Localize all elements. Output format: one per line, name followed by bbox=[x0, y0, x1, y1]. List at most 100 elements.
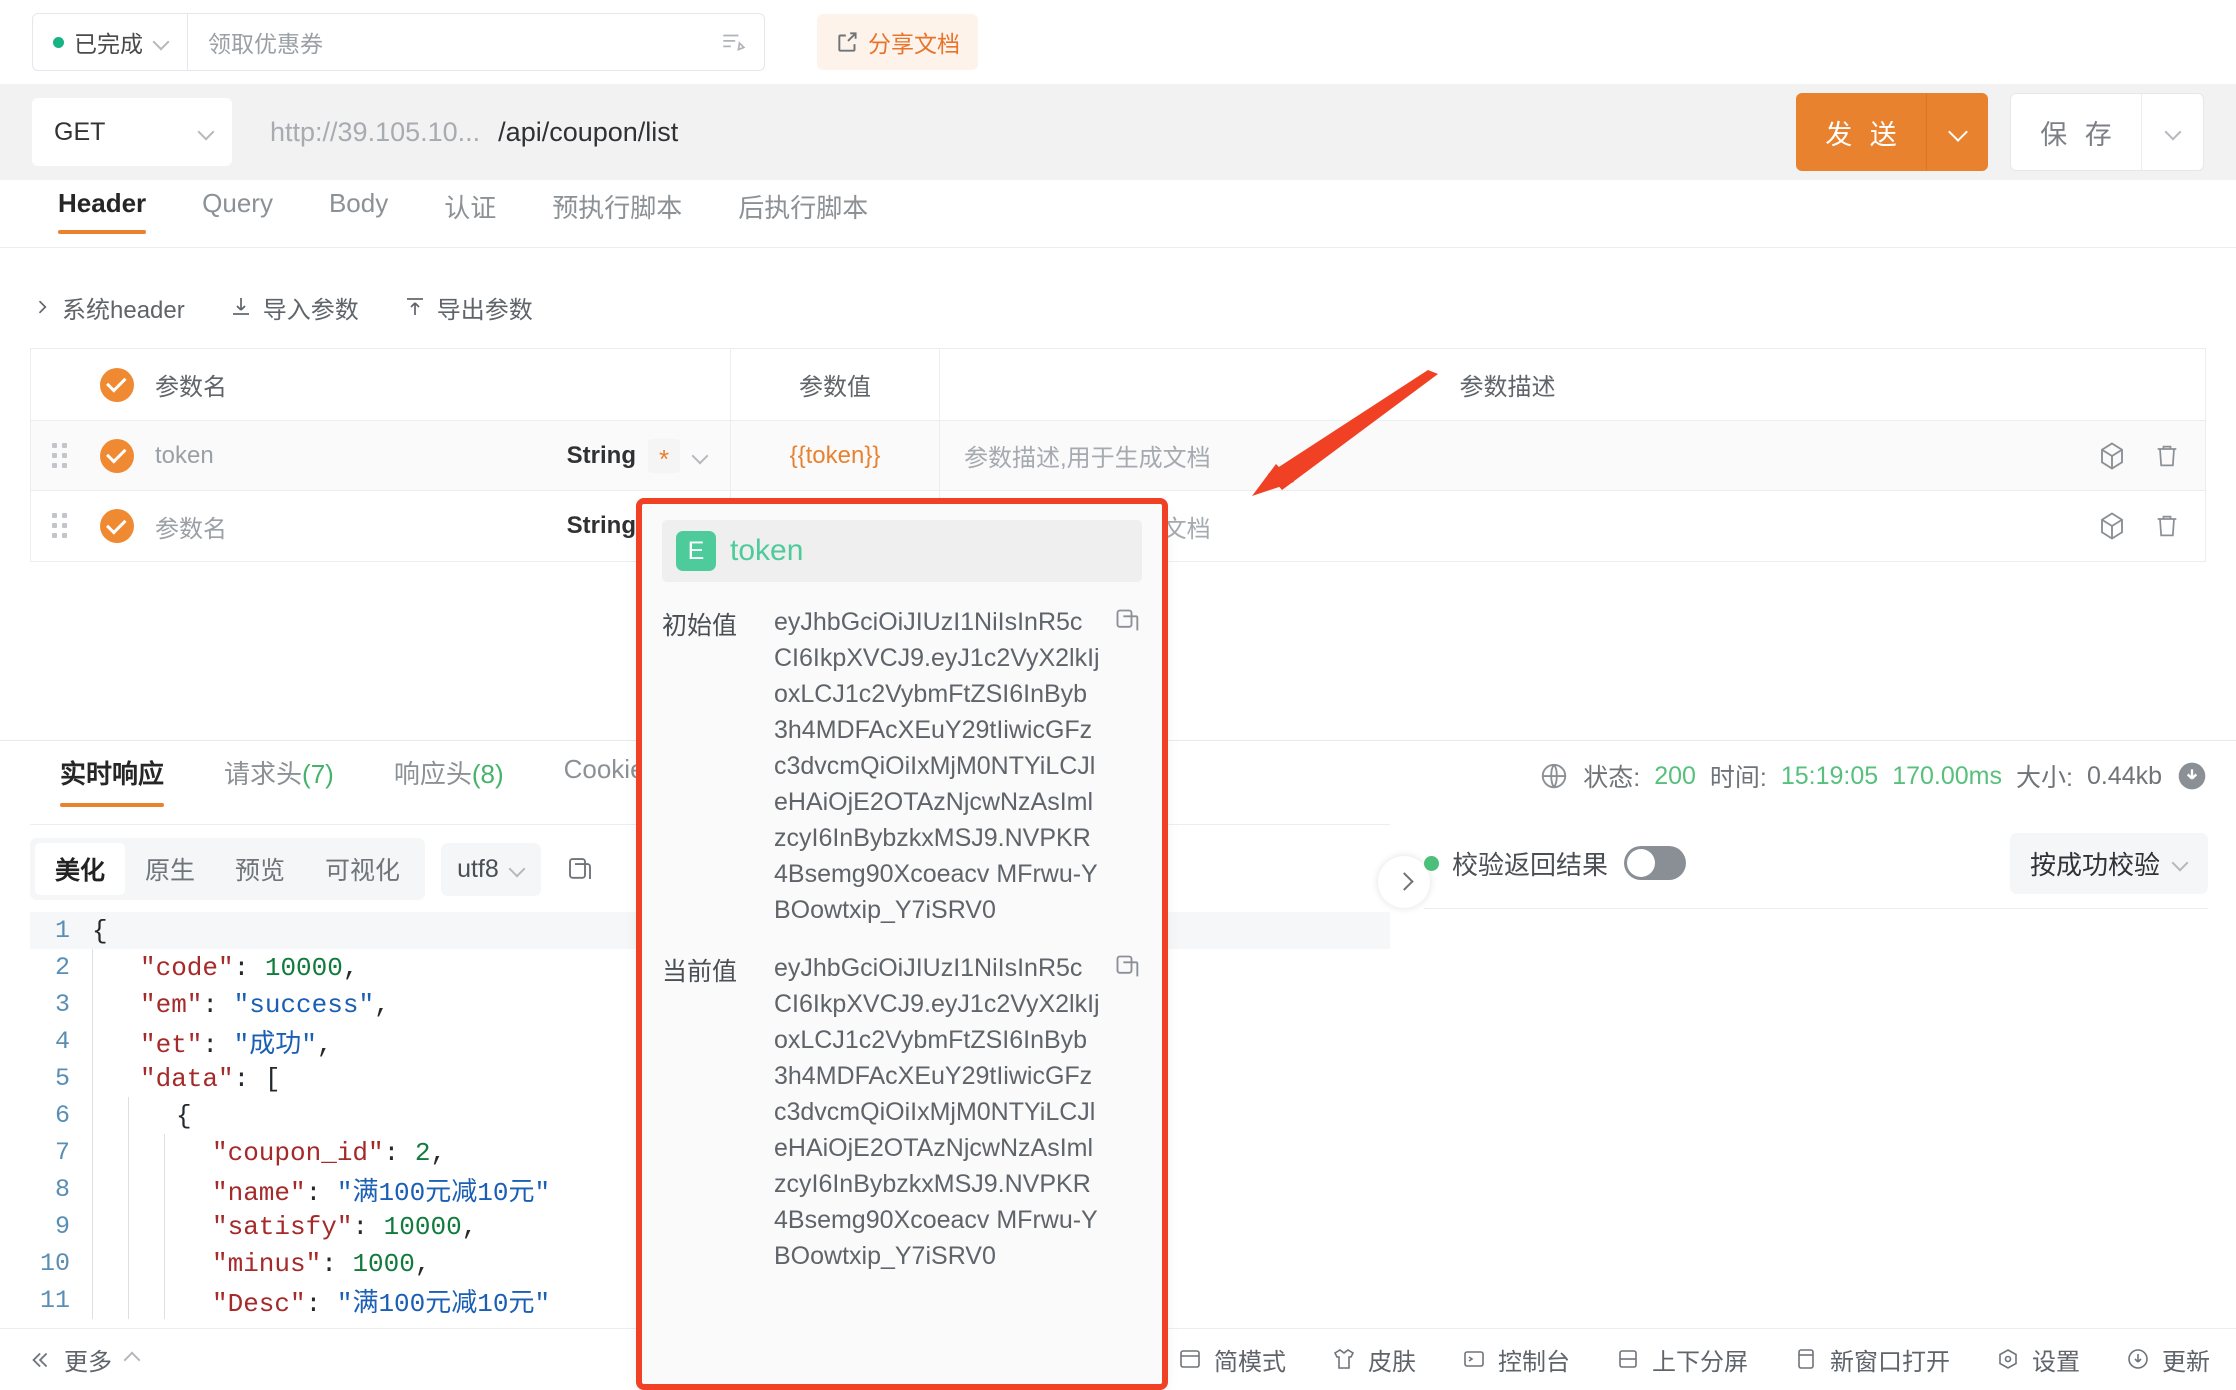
code-line-text: "minus": 1000, bbox=[200, 1249, 430, 1279]
api-name-input[interactable]: 领取优惠券 bbox=[187, 13, 765, 71]
row-name-cell[interactable]: token String * bbox=[145, 438, 730, 473]
row-checkbox-cell bbox=[89, 509, 145, 543]
code-indent-guide bbox=[128, 1134, 164, 1171]
double-chevron-left-icon bbox=[32, 1352, 48, 1367]
time-label: 时间: bbox=[1709, 764, 1767, 792]
bottom-bar-item-更新[interactable]: 更新 bbox=[2126, 1342, 2210, 1377]
code-line-number: 1 bbox=[54, 916, 70, 945]
row-required-badge[interactable]: * bbox=[648, 438, 680, 473]
http-method-select[interactable]: GET bbox=[32, 98, 232, 166]
tab-认证[interactable]: 认证 bbox=[416, 180, 524, 225]
bottom-bar-item-皮肤[interactable]: 皮肤 bbox=[1332, 1342, 1416, 1377]
send-button[interactable]: 发 送 bbox=[1796, 93, 1988, 171]
response-tab-请求头[interactable]: 请求头(7) bbox=[194, 748, 364, 791]
url-input[interactable]: http://39.105.10... /api/coupon/list bbox=[232, 98, 1778, 166]
duration-value: 170.00ms bbox=[1892, 761, 2002, 790]
tab-后执行脚本[interactable]: 后执行脚本 bbox=[710, 180, 896, 225]
bottom-bar-item-控制台[interactable]: 控制台 bbox=[1462, 1342, 1570, 1377]
trash-icon[interactable] bbox=[2153, 440, 2183, 472]
share-doc-button[interactable]: 分享文档 bbox=[817, 14, 978, 70]
bottom-bar-item-上下分屏[interactable]: 上下分屏 bbox=[1616, 1342, 1748, 1377]
param-action-系统header[interactable]: 系统header bbox=[32, 290, 185, 325]
code-token: "满100元减10元" bbox=[336, 1289, 551, 1319]
tab-label: 认证 bbox=[444, 193, 497, 223]
send-dropdown-button[interactable] bbox=[1926, 93, 1988, 171]
validation-mode-select[interactable]: 按成功校验 bbox=[2009, 832, 2208, 894]
request-tabs: Header Query Body 认证 预执行脚本 后执行脚本 bbox=[0, 180, 2236, 248]
skin-icon bbox=[1332, 1347, 1358, 1373]
response-tab-count: (8) bbox=[471, 759, 504, 789]
request-bar: GET http://39.105.10... /api/coupon/list… bbox=[0, 84, 2236, 180]
row-checkbox[interactable] bbox=[100, 509, 134, 543]
tab-query[interactable]: Query bbox=[174, 180, 301, 219]
chevron-down-icon bbox=[509, 861, 525, 877]
code-indent-guide bbox=[164, 1282, 200, 1319]
row-drag-handle[interactable] bbox=[31, 442, 89, 469]
body-view-美化[interactable]: 美化 bbox=[35, 843, 126, 895]
body-view-预览[interactable]: 预览 bbox=[215, 843, 305, 895]
code-token: "成功" bbox=[233, 1030, 317, 1060]
chevron-down-icon bbox=[2172, 855, 2188, 871]
param-action-导入参数[interactable]: 导入参数 bbox=[229, 290, 359, 325]
code-line-number: 8 bbox=[54, 1175, 70, 1204]
validation-toggle[interactable] bbox=[1624, 846, 1687, 880]
popup-current-value: eyJhbGciOiJIUzI1NiIsInR5cCI6IkpXVCJ9.eyJ… bbox=[774, 950, 1142, 1274]
response-tab-响应头[interactable]: 响应头(8) bbox=[364, 748, 534, 791]
param-action-导出参数[interactable]: 导出参数 bbox=[403, 290, 533, 325]
tab-label: Header bbox=[58, 188, 147, 218]
panel-collapse-button[interactable] bbox=[1378, 856, 1430, 908]
encoding-select[interactable]: utf8 bbox=[441, 842, 541, 896]
code-token: "et" bbox=[140, 1030, 203, 1060]
chevron-up-icon bbox=[124, 1352, 140, 1368]
column-header-desc: 参数描述 bbox=[940, 349, 2075, 420]
code-token: , bbox=[342, 952, 359, 983]
status-label: 状态: bbox=[1583, 764, 1641, 792]
copy-icon[interactable] bbox=[1114, 953, 1142, 981]
code-token: : bbox=[352, 1211, 384, 1242]
copy-icon[interactable] bbox=[1114, 607, 1142, 635]
save-button[interactable]: 保 存 bbox=[2010, 93, 2204, 171]
bottom-bar-item-设置[interactable]: 设置 bbox=[1996, 1342, 2080, 1377]
row-type-select[interactable]: String * bbox=[567, 438, 730, 473]
code-line-number: 7 bbox=[54, 1138, 70, 1167]
select-all-checkbox[interactable] bbox=[100, 367, 134, 402]
row-name-placeholder: 参数名 bbox=[155, 515, 227, 543]
row-drag-handle[interactable] bbox=[31, 513, 89, 539]
tab-header[interactable]: Header bbox=[30, 180, 174, 234]
code-line-text: "data": [ bbox=[128, 1064, 280, 1094]
body-view-可视化[interactable]: 可视化 bbox=[305, 843, 420, 895]
bottom-bar-item-新窗口打开[interactable]: 新窗口打开 bbox=[1794, 1342, 1950, 1377]
param-action-label: 系统header bbox=[62, 296, 185, 324]
response-tab-label: 请求头 bbox=[224, 759, 303, 789]
popup-initial-value-section: 初始值 eyJhbGciOiJIUzI1NiIsInR5cCI6IkpXVCJ9… bbox=[642, 582, 1162, 928]
tab-body[interactable]: Body bbox=[301, 180, 416, 219]
env-badge-icon: E bbox=[676, 531, 716, 571]
response-tab-实时响应[interactable]: 实时响应 bbox=[30, 748, 194, 807]
save-dropdown-button[interactable] bbox=[2141, 94, 2203, 170]
cube-icon[interactable] bbox=[2097, 510, 2127, 542]
popup-variable-name: token bbox=[730, 534, 804, 567]
body-view-原生[interactable]: 原生 bbox=[125, 843, 215, 895]
row-value-cell[interactable]: {{token}} bbox=[730, 421, 940, 490]
bottom-bar-item-简模式[interactable]: 简模式 bbox=[1178, 1342, 1286, 1377]
import-icon bbox=[229, 295, 253, 319]
code-token: "em" bbox=[140, 989, 203, 1020]
code-indent-guide bbox=[92, 949, 128, 986]
validation-panel: 校验返回结果 按成功校验 bbox=[1424, 832, 2208, 894]
download-icon[interactable] bbox=[2176, 760, 2208, 792]
cube-icon[interactable] bbox=[2097, 440, 2127, 472]
code-line-text: "satisfy": 10000, bbox=[200, 1212, 477, 1242]
more-button[interactable]: 更多 bbox=[26, 1342, 140, 1377]
tab-预执行脚本[interactable]: 预执行脚本 bbox=[524, 180, 710, 225]
api-status-dropdown[interactable]: 已完成 bbox=[32, 13, 187, 71]
copy-icon[interactable] bbox=[565, 853, 595, 885]
split-screen-icon bbox=[1616, 1347, 1642, 1373]
row-desc-cell[interactable]: 参数描述,用于生成文档 bbox=[940, 421, 2075, 490]
row-checkbox[interactable] bbox=[100, 438, 134, 473]
code-token: , bbox=[374, 989, 390, 1020]
trash-icon[interactable] bbox=[2153, 510, 2183, 542]
code-line-number: 5 bbox=[54, 1064, 70, 1093]
doc-edit-icon[interactable] bbox=[720, 29, 746, 55]
chevron-down-icon bbox=[153, 34, 169, 50]
code-indent-guide bbox=[92, 1171, 128, 1208]
